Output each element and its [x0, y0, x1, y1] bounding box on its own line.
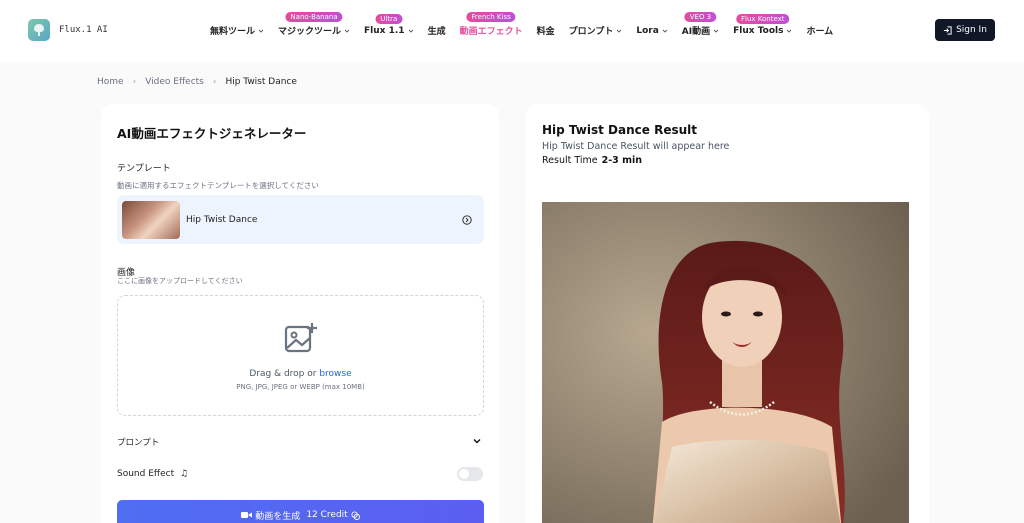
nav-item[interactable]: Flux 1.1 Ultra: [364, 13, 414, 36]
generate-label: 動画を生成: [255, 511, 301, 522]
file-format-hint: PNG, JPG, JPEG or WEBP (max 10MB): [236, 383, 365, 391]
nav-item[interactable]: ホーム: [806, 24, 833, 37]
nav-item-label: AI動画: [681, 27, 711, 37]
nav-item-label: 動画エフェクト: [459, 27, 523, 37]
credit-label: 12 Credit: [306, 510, 348, 520]
result-time-value: 2-3 min: [601, 155, 643, 166]
image-hint: ここに画像をアップロードしてください: [117, 277, 243, 285]
chevron-down-icon: [617, 29, 622, 33]
nav-item-label: Flux Tools: [733, 25, 784, 36]
drop-label: Drag & drop or: [249, 369, 320, 379]
nav-item-label: Flux 1.1: [364, 25, 405, 36]
image-upload-dropzone[interactable]: Drag & drop or browse PNG, JPG, JPEG or …: [117, 295, 484, 416]
breadcrumb-separator-icon: ›: [212, 77, 217, 87]
nav-item[interactable]: 生成: [428, 24, 446, 37]
chevron-down-icon: [408, 29, 413, 33]
chevron-down-icon: [473, 439, 481, 444]
browse-link[interactable]: browse: [319, 369, 351, 379]
template-selector[interactable]: Hip Twist Dance: [117, 195, 484, 244]
breadcrumb-current: Hip Twist Dance: [225, 77, 297, 87]
nav-item[interactable]: Lora: [636, 25, 668, 36]
coins-icon: [351, 510, 360, 520]
portrait-illustration: [542, 202, 909, 523]
result-time-label: Result Time: [542, 155, 598, 166]
result-subtitle: Hip Twist Dance Result will appear here: [542, 141, 730, 152]
breadcrumb-separator-icon: ›: [132, 77, 137, 87]
nav-item-label: マジックツール: [278, 27, 342, 37]
video-camera-icon: [241, 512, 253, 518]
nav-item[interactable]: AI動画 VEO 3: [681, 12, 719, 37]
chevron-down-icon: [258, 29, 264, 33]
nav-item-label: 生成: [427, 27, 446, 37]
result-preview-image: [542, 202, 909, 523]
chevron-down-icon: [344, 29, 350, 33]
sign-in-button[interactable]: Sign In: [935, 19, 995, 41]
breadcrumb-video-effects[interactable]: Video Effects: [145, 77, 204, 87]
top-navigation-bar: Flux.1 AI 無料ツール マジックツール Nano-Banana Flux 1.…: [0, 0, 1024, 62]
template-label: テンプレート: [117, 164, 171, 174]
sign-in-icon: [943, 25, 952, 35]
nav-item[interactable]: Flux Tools Flux Kontext: [733, 13, 792, 36]
logo-icon: [28, 19, 50, 41]
nav-item-label: 料金: [536, 27, 555, 37]
logo[interactable]: Flux.1 AI: [28, 19, 108, 41]
main-nav: 無料ツール マジックツール Nano-Banana Flux 1.1 Ultra 生成 動画…: [210, 12, 847, 37]
nav-badge: Flux Kontext: [736, 13, 790, 24]
template-thumbnail: [122, 200, 180, 239]
chevron-down-icon: [662, 29, 668, 33]
template-hint: 動画に適用するエフェクトテンプレートを選択してください: [117, 181, 319, 190]
prompt-accordion[interactable]: プロンプト: [117, 436, 484, 448]
template-name: Hip Twist Dance: [186, 214, 258, 225]
result-time: Result Time 2-3 min: [542, 155, 642, 166]
nav-badge: VEO 3: [684, 12, 717, 22]
nav-item[interactable]: プロンプト: [569, 24, 623, 37]
prompt-label: プロンプト: [117, 438, 160, 448]
brand-name: Flux.1 AI: [59, 25, 108, 35]
nav-item-label: Lora: [636, 25, 659, 36]
nav-item[interactable]: 料金: [537, 24, 555, 37]
nav-item-label: 無料ツール: [210, 27, 256, 37]
nav-item[interactable]: 動画エフェクト French Kiss: [459, 12, 523, 37]
chevron-down-icon: [787, 29, 792, 33]
nav-item[interactable]: 無料ツール: [210, 24, 264, 37]
nav-badge: French Kiss: [466, 12, 516, 22]
toggle-knob: [459, 469, 469, 479]
generate-video-button[interactable]: 動画を生成 12 Credit: [117, 500, 484, 523]
nav-badge: Ultra: [375, 13, 403, 24]
sound-effect-row: Sound Effect ♫: [117, 469, 188, 479]
nav-item[interactable]: マジックツール Nano-Banana: [278, 12, 350, 37]
sign-in-label: Sign In: [956, 25, 987, 35]
generator-title: AI動画エフェクトジェネレーター: [117, 126, 307, 141]
chevron-down-icon: [713, 29, 719, 33]
nav-item-label: プロンプト: [568, 27, 614, 37]
add-image-icon: [284, 323, 317, 353]
sound-effect-label: Sound Effect: [117, 469, 175, 479]
result-title: Hip Twist Dance Result: [542, 123, 697, 137]
nav-item-label: ホーム: [806, 27, 834, 37]
music-note-icon: ♫: [179, 469, 189, 479]
chevron-right-circle-icon: [462, 214, 472, 225]
drop-text: Drag & drop or browse: [118, 369, 483, 379]
nav-badge: Nano-Banana: [285, 12, 343, 22]
sound-effect-toggle[interactable]: [457, 467, 483, 481]
breadcrumb: Home › Video Effects › Hip Twist Dance: [97, 77, 297, 87]
breadcrumb-home[interactable]: Home: [97, 77, 124, 87]
